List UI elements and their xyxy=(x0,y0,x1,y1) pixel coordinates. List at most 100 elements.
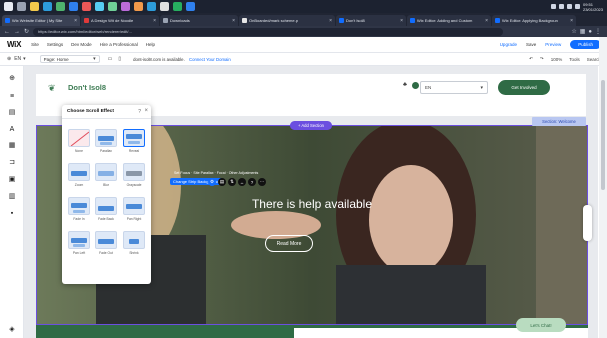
wifi-icon[interactable] xyxy=(558,4,564,9)
layout-icon[interactable]: ▤ xyxy=(218,178,226,186)
close-icon[interactable]: × xyxy=(144,108,148,114)
profile-icon[interactable]: ● xyxy=(588,29,592,35)
effect-option-blur[interactable]: Blur xyxy=(95,163,117,187)
globe-icon[interactable]: ⊕ xyxy=(7,56,11,62)
effect-option-pan-right[interactable]: Pan Right xyxy=(123,197,145,221)
help-icon[interactable]: ? xyxy=(138,109,141,115)
zoom-level[interactable]: 100% xyxy=(551,57,563,62)
lets-chat-button[interactable]: Let's Chat! xyxy=(516,318,566,332)
effect-option-zoom[interactable]: Zoom xyxy=(68,163,90,187)
app-icon[interactable] xyxy=(147,2,156,11)
save-button[interactable]: Save xyxy=(526,42,536,47)
app-icon[interactable] xyxy=(121,2,130,11)
menu-site[interactable]: Site xyxy=(31,42,39,47)
battery-icon[interactable] xyxy=(574,4,580,9)
chrome-icon[interactable] xyxy=(56,2,65,11)
browser-tab[interactable]: Wix Editor: Adding and Custom × xyxy=(407,15,491,26)
get-involved-button[interactable]: Get Involved xyxy=(498,80,550,95)
media-icon[interactable]: ▣ xyxy=(8,176,16,184)
close-icon[interactable]: × xyxy=(329,18,332,24)
language-code[interactable]: EN xyxy=(14,56,21,62)
undo-icon[interactable]: ↶ xyxy=(529,56,533,62)
publish-button[interactable]: Publish xyxy=(570,40,601,49)
arrange-icon[interactable]: ⇅ xyxy=(228,178,236,186)
layers-icon[interactable]: ◈ xyxy=(8,326,16,334)
back-icon[interactable]: ← xyxy=(4,29,10,35)
browser-tab[interactable]: Wix Website Editor | My Site × xyxy=(2,15,80,26)
pages-menu-icon[interactable]: ▤ xyxy=(8,109,16,117)
app-icon[interactable] xyxy=(95,2,104,11)
app-icon[interactable] xyxy=(134,2,143,11)
close-icon[interactable]: × xyxy=(153,18,156,24)
connect-domain-link[interactable]: Connect Your Domain xyxy=(189,57,231,62)
preview-button[interactable]: Preview xyxy=(545,42,561,47)
close-icon[interactable]: × xyxy=(232,18,235,24)
tools-button[interactable]: Tools xyxy=(569,57,580,62)
file-explorer-icon[interactable] xyxy=(30,2,39,11)
effect-option-fade-out[interactable]: Fade Out xyxy=(95,231,117,255)
site-design-icon[interactable]: A xyxy=(8,126,16,134)
add-section-icon[interactable]: ≡ xyxy=(8,93,16,101)
language-select[interactable]: EN ▾ xyxy=(420,81,488,94)
close-icon[interactable]: × xyxy=(74,18,77,24)
menu-settings[interactable]: Settings xyxy=(47,42,63,47)
account-avatar[interactable] xyxy=(412,82,419,89)
effect-option-reveal[interactable]: Reveal xyxy=(123,129,145,153)
browser-tab[interactable]: Don't Isol8 × xyxy=(336,15,406,26)
effect-option-shrink[interactable]: Shrink xyxy=(123,231,145,255)
search-icon[interactable] xyxy=(17,2,26,11)
effect-option-grayscale[interactable]: Grayscale xyxy=(123,163,145,187)
desktop-view-icon[interactable]: ▭ xyxy=(108,56,113,62)
add-elements-icon[interactable]: ⊕ xyxy=(8,75,16,83)
app-icon[interactable] xyxy=(173,2,182,11)
stretch-icon[interactable]: ↔ xyxy=(238,178,246,186)
app-icon[interactable] xyxy=(108,2,117,11)
scrollbar-thumb[interactable] xyxy=(601,80,605,190)
section-name-tag[interactable]: Section: Welcome xyxy=(532,117,586,126)
menu-help[interactable]: Help xyxy=(146,42,155,47)
tray-icon[interactable] xyxy=(550,4,556,9)
effect-option-pan-left[interactable]: Pan Left xyxy=(68,231,90,255)
browser-tab[interactable]: OnBoarded/mark scheme.p × xyxy=(239,15,335,26)
close-icon[interactable]: × xyxy=(485,18,488,24)
redo-icon[interactable]: ↷ xyxy=(540,56,544,62)
bell-icon[interactable]: ♣ xyxy=(403,82,407,88)
extensions-icon[interactable]: ▦ xyxy=(580,29,586,35)
effect-option-fade-back[interactable]: Fade Back xyxy=(95,197,117,221)
star-icon[interactable]: ☆ xyxy=(571,29,576,35)
more-icon[interactable]: ⋯ xyxy=(258,178,266,186)
business-icon[interactable]: ⊐ xyxy=(8,159,16,167)
app-icon[interactable] xyxy=(186,2,195,11)
reload-icon[interactable]: ↻ xyxy=(24,29,29,35)
browser-tab[interactable]: Wix Editor: Applying Backgroun × xyxy=(492,15,576,26)
url-input[interactable]: https://editor.wix.com/html/editor/web/r… xyxy=(33,27,504,36)
add-section-button[interactable]: + Add Section xyxy=(290,121,332,130)
close-icon[interactable]: × xyxy=(570,18,573,24)
portfolio-icon[interactable]: ▪ xyxy=(8,210,16,218)
word-icon[interactable] xyxy=(69,2,78,11)
forward-icon[interactable]: → xyxy=(14,29,20,35)
chevron-down-icon[interactable]: ▾ xyxy=(23,56,26,62)
mobile-view-icon[interactable]: ▯ xyxy=(118,56,121,62)
page-selector[interactable]: Page: Home ▾ xyxy=(39,55,100,63)
logo-hands-icon[interactable]: ❦ xyxy=(48,83,66,94)
volume-icon[interactable] xyxy=(566,4,572,9)
help-icon[interactable]: ? xyxy=(248,178,256,186)
browser-tab[interactable]: Downloads × xyxy=(160,15,238,26)
section-side-handles[interactable] xyxy=(583,205,592,241)
upgrade-link[interactable]: Upgrade xyxy=(500,42,517,47)
wix-logo[interactable]: WiX xyxy=(7,40,21,49)
read-more-button[interactable]: Read More xyxy=(265,235,313,252)
edge-icon[interactable] xyxy=(43,2,52,11)
site-logo-text[interactable]: Don't Isol8 xyxy=(68,83,106,92)
more-icon[interactable]: ⋮ xyxy=(595,29,601,35)
browser-tab[interactable]: A Design Wit de Noodle × xyxy=(81,15,159,26)
effect-option-fade-in[interactable]: Fade In xyxy=(68,197,90,221)
add-apps-icon[interactable]: ▦ xyxy=(8,142,16,150)
close-icon[interactable]: × xyxy=(400,18,403,24)
app-icon[interactable] xyxy=(160,2,169,11)
settings-icon[interactable]: ⚙ xyxy=(208,178,216,186)
windows-start-icon[interactable] xyxy=(4,2,13,11)
menu-hire-professional[interactable]: Hire a Professional xyxy=(100,42,138,47)
effect-option-parallax[interactable]: Parallax xyxy=(95,129,117,153)
